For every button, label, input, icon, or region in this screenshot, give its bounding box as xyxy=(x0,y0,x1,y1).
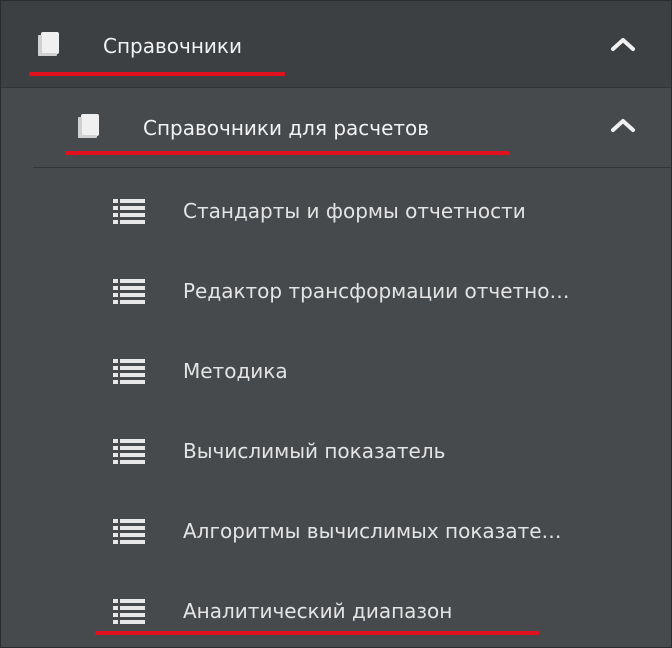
menu-item-transformation-editor[interactable]: Редактор трансформации отчетно… xyxy=(1,251,671,331)
sidebar-menu: Справочники Справочники для расчетов Ста… xyxy=(0,0,672,648)
menu-item-label: Методика xyxy=(183,359,288,383)
highlight-underline xyxy=(65,151,509,155)
menu-item-computed-indicator[interactable]: Вычислимый показатель xyxy=(1,411,671,491)
book-icon xyxy=(38,32,59,56)
chevron-up-icon[interactable] xyxy=(610,36,636,52)
list-icon xyxy=(113,279,145,304)
menu-item-computed-algorithms[interactable]: Алгоритмы вычислимых показате… xyxy=(1,491,671,571)
menu-subsection-label: Справочники для расчетов xyxy=(143,116,430,140)
highlight-underline xyxy=(29,72,285,76)
menu-item-label: Вычислимый показатель xyxy=(183,439,446,463)
chevron-up-icon[interactable] xyxy=(610,117,636,133)
menu-item-analytical-range[interactable]: Аналитический диапазон xyxy=(1,571,671,647)
list-icon xyxy=(113,599,145,624)
list-icon xyxy=(113,439,145,464)
menu-item-methodology[interactable]: Методика xyxy=(1,331,671,411)
menu-item-label: Аналитический диапазон xyxy=(183,599,453,623)
menu-subsection-spravochniki-dlya-raschetov[interactable]: Справочники для расчетов xyxy=(33,87,671,168)
menu-item-standards[interactable]: Стандарты и формы отчетности xyxy=(1,171,671,251)
menu-item-label: Редактор трансформации отчетно… xyxy=(183,279,570,303)
menu-item-label: Стандарты и формы отчетности xyxy=(183,199,526,223)
highlight-underline xyxy=(95,631,539,635)
list-icon xyxy=(113,359,145,384)
book-icon xyxy=(78,114,99,138)
menu-item-label: Алгоритмы вычислимых показате… xyxy=(183,519,562,543)
list-icon xyxy=(113,519,145,544)
menu-section-label: Справочники xyxy=(103,34,242,58)
list-icon xyxy=(113,199,145,224)
